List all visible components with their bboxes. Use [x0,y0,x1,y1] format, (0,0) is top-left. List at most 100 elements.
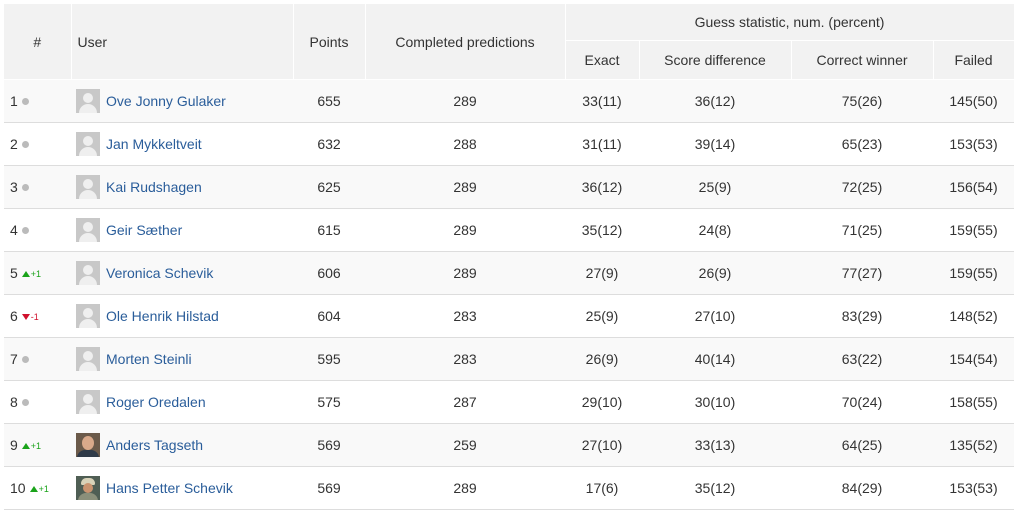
avatar[interactable] [76,347,100,371]
failed-cell: 145(50) [933,79,1015,123]
completed-predictions-cell: 288 [365,122,565,166]
guess-statistic-group-header: Guess statistic, num. (percent) [565,4,1015,41]
score-difference-cell: 35(12) [639,466,791,510]
user-link[interactable]: Hans Petter Schevik [106,480,233,496]
exact-column-header[interactable]: Exact [565,40,640,80]
exact-cell: 27(10) [565,423,639,467]
avatar[interactable] [76,390,100,414]
unchanged-dot-icon [21,98,29,105]
rank-cell: 2 [4,122,71,166]
unchanged-dot-icon [21,141,29,148]
score-difference-cell: 26(9) [639,251,791,295]
failed-cell: 156(54) [933,165,1015,209]
leaderboard-table: # User Points Completed predictions Gues… [4,4,1015,510]
rank-number: 10 [10,480,26,496]
points-cell: 595 [293,337,365,381]
points-cell: 569 [293,423,365,467]
failed-cell: 135(52) [933,423,1015,467]
score-difference-cell: 33(13) [639,423,791,467]
rank-change: -1 [30,312,39,322]
user-link[interactable]: Geir Sæther [106,222,182,238]
table-body: 1 Ove Jonny Gulaker 655 289 33(11) 36(12) 75(2… [4,79,1015,510]
correct-winner-cell: 84(29) [791,466,933,510]
score-difference-cell: 24(8) [639,208,791,252]
points-cell: 615 [293,208,365,252]
avatar[interactable] [76,261,100,285]
completed-predictions-cell: 289 [365,251,565,295]
exact-cell: 35(12) [565,208,639,252]
arrow-down-icon [21,314,30,320]
rank-column-header[interactable]: # [4,4,72,80]
rank-cell: 7 [4,337,71,381]
exact-cell: 27(9) [565,251,639,295]
correct-winner-cell: 70(24) [791,380,933,424]
user-cell: Ove Jonny Gulaker [71,79,293,123]
rank-change: +1 [30,269,42,279]
rank-change: +1 [30,441,42,451]
points-cell: 632 [293,122,365,166]
user-cell: Kai Rudshagen [71,165,293,209]
completed-predictions-cell: 259 [365,423,565,467]
user-cell: Morten Steinli [71,337,293,381]
rank-up-indicator: +1 [21,441,42,451]
points-cell: 655 [293,79,365,123]
rank-number: 8 [10,394,18,410]
score-difference-cell: 30(10) [639,380,791,424]
table-header: # User Points Completed predictions Gues… [4,4,1015,80]
user-link[interactable]: Ove Jonny Gulaker [106,93,226,109]
avatar[interactable] [76,304,100,328]
avatar[interactable] [76,476,100,500]
unchanged-dot-icon [21,399,29,406]
points-cell: 625 [293,165,365,209]
user-cell: Roger Oredalen [71,380,293,424]
table-row: 2 Jan Mykkeltveit 632 288 31(11) 39(14) 65(23)… [4,122,1015,166]
user-link[interactable]: Kai Rudshagen [106,179,202,195]
avatar[interactable] [76,433,100,457]
avatar[interactable] [76,175,100,199]
table-row: 1 Ove Jonny Gulaker 655 289 33(11) 36(12) 75(2… [4,79,1015,123]
unchanged-dot-icon [21,356,29,363]
completed-predictions-column-header[interactable]: Completed predictions [365,4,566,80]
arrow-up-icon [21,271,30,277]
failed-cell: 153(53) [933,122,1015,166]
score-difference-cell: 27(10) [639,294,791,338]
rank-number: 3 [10,179,18,195]
user-link[interactable]: Roger Oredalen [106,394,206,410]
user-column-header[interactable]: User [71,4,294,80]
failed-cell: 158(55) [933,380,1015,424]
avatar[interactable] [76,218,100,242]
table-row: 8 Roger Oredalen 575 287 29(10) 30(10) 70(24) 1… [4,380,1015,424]
user-link[interactable]: Veronica Schevik [106,265,213,281]
rank-number: 1 [10,93,18,109]
user-link[interactable]: Anders Tagseth [106,437,203,453]
avatar[interactable] [76,132,100,156]
arrow-up-icon [29,486,38,492]
exact-cell: 31(11) [565,122,639,166]
rank-cell: 5 +1 [4,251,71,295]
score-difference-column-header[interactable]: Score difference [639,40,792,80]
rank-cell: 4 [4,208,71,252]
completed-predictions-cell: 283 [365,337,565,381]
exact-cell: 25(9) [565,294,639,338]
correct-winner-cell: 64(25) [791,423,933,467]
failed-cell: 159(55) [933,251,1015,295]
user-link[interactable]: Morten Steinli [106,351,192,367]
rank-cell: 3 [4,165,71,209]
rank-number: 2 [10,136,18,152]
correct-winner-cell: 77(27) [791,251,933,295]
rank-down-indicator: -1 [21,312,39,322]
avatar[interactable] [76,89,100,113]
correct-winner-cell: 83(29) [791,294,933,338]
user-link[interactable]: Ole Henrik Hilstad [106,308,219,324]
unchanged-dot-icon [21,184,29,191]
failed-cell: 154(54) [933,337,1015,381]
user-link[interactable]: Jan Mykkeltveit [106,136,202,152]
failed-column-header[interactable]: Failed [933,40,1015,80]
completed-predictions-cell: 289 [365,165,565,209]
rank-number: 6 [10,308,18,324]
score-difference-cell: 39(14) [639,122,791,166]
rank-cell: 6 -1 [4,294,71,338]
rank-number: 9 [10,437,18,453]
points-column-header[interactable]: Points [293,4,366,80]
correct-winner-column-header[interactable]: Correct winner [791,40,934,80]
